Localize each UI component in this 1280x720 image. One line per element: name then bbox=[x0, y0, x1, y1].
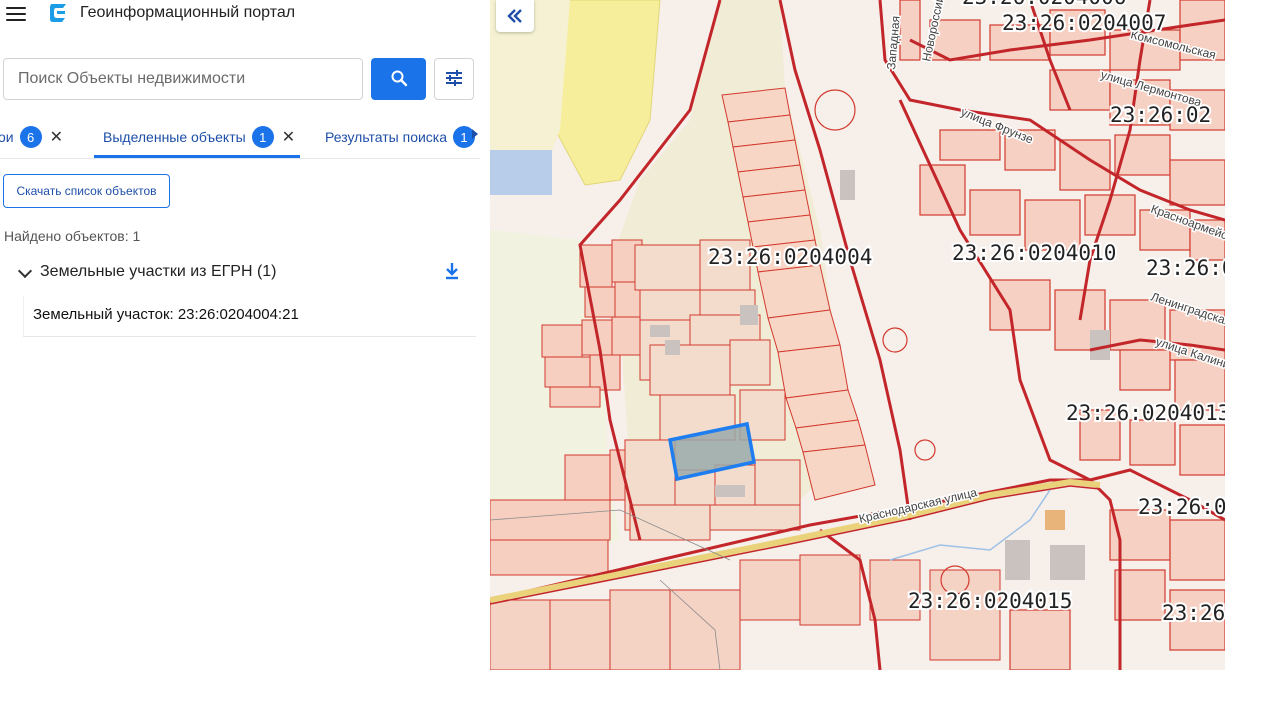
quarter-label: 23:26:02 bbox=[1110, 103, 1211, 127]
found-count: Найдено объектов: 1 bbox=[4, 228, 141, 244]
tab-selected-objects[interactable]: Выделенные объекты 1 ✕ bbox=[103, 118, 295, 156]
double-chevron-left-icon bbox=[507, 9, 522, 23]
parcel-label: Земельный участок: 23:26:0204004:21 bbox=[33, 306, 299, 323]
quarter-label: 23:26:0204004 bbox=[708, 245, 872, 269]
download-list-button[interactable]: Скачать список объектов bbox=[3, 174, 170, 208]
collapse-panel-button[interactable] bbox=[496, 0, 534, 32]
sliders-icon bbox=[446, 69, 462, 86]
download-icon[interactable] bbox=[444, 262, 460, 280]
filter-button[interactable] bbox=[434, 58, 474, 100]
water-area bbox=[490, 150, 552, 195]
chevron-down-icon[interactable] bbox=[17, 263, 33, 279]
app-header: Геоинформационный портал bbox=[0, 0, 480, 30]
quarter-label: 23:26:02 bbox=[1138, 495, 1225, 519]
map-view[interactable]: Краснодарская улица Красноармейская улиц… bbox=[490, 0, 1225, 670]
quarter-label: 23:26:0204007 bbox=[1002, 11, 1166, 35]
tab-label: Результаты поиска bbox=[325, 129, 448, 145]
hamburger-icon[interactable] bbox=[6, 3, 26, 23]
search-icon bbox=[391, 70, 407, 86]
tab-label: ои bbox=[0, 129, 14, 145]
group-label: Земельные участки из ЕГРН (1) bbox=[40, 263, 277, 280]
tab-search-results[interactable]: Результаты поиска 1 bbox=[325, 118, 476, 156]
map-canvas[interactable]: Краснодарская улица Красноармейская улиц… bbox=[490, 0, 1225, 670]
active-tab-indicator bbox=[94, 155, 300, 158]
quarter-label: 23:26:020401З bbox=[1066, 401, 1225, 425]
quarter-label: 23:26:0204006 bbox=[962, 0, 1126, 9]
quarter-label: 23:26:0204015 bbox=[908, 589, 1072, 613]
tab-label: Выделенные объекты bbox=[103, 129, 246, 145]
search-button[interactable] bbox=[371, 58, 426, 100]
result-group[interactable]: Земельные участки из ЕГРН (1) bbox=[0, 258, 476, 288]
app-title: Геоинформационный портал bbox=[80, 4, 296, 21]
tab-count-badge: 1 bbox=[251, 126, 274, 148]
tab-bar: ои 6 ✕ Выделенные объекты 1 ✕ Результаты… bbox=[0, 118, 480, 159]
side-panel: Геоинформационный портал ои 6 ✕ Выделенн… bbox=[0, 0, 480, 720]
quarter-label: 23:26 bbox=[1162, 601, 1225, 625]
close-icon[interactable]: ✕ bbox=[282, 127, 295, 147]
tab-count-badge: 6 bbox=[19, 126, 42, 148]
quarter-label: 23:26:020 bbox=[1146, 256, 1225, 280]
tab-objects[interactable]: ои 6 ✕ bbox=[0, 118, 63, 156]
close-icon[interactable]: ✕ bbox=[50, 127, 63, 147]
chevron-right-icon[interactable] bbox=[472, 129, 478, 139]
portal-logo-icon bbox=[50, 4, 66, 22]
list-item[interactable]: Земельный участок: 23:26:0204004:21 bbox=[23, 296, 476, 337]
search-input[interactable] bbox=[3, 58, 363, 100]
quarter-label: 23:26:0204010 bbox=[952, 241, 1116, 265]
